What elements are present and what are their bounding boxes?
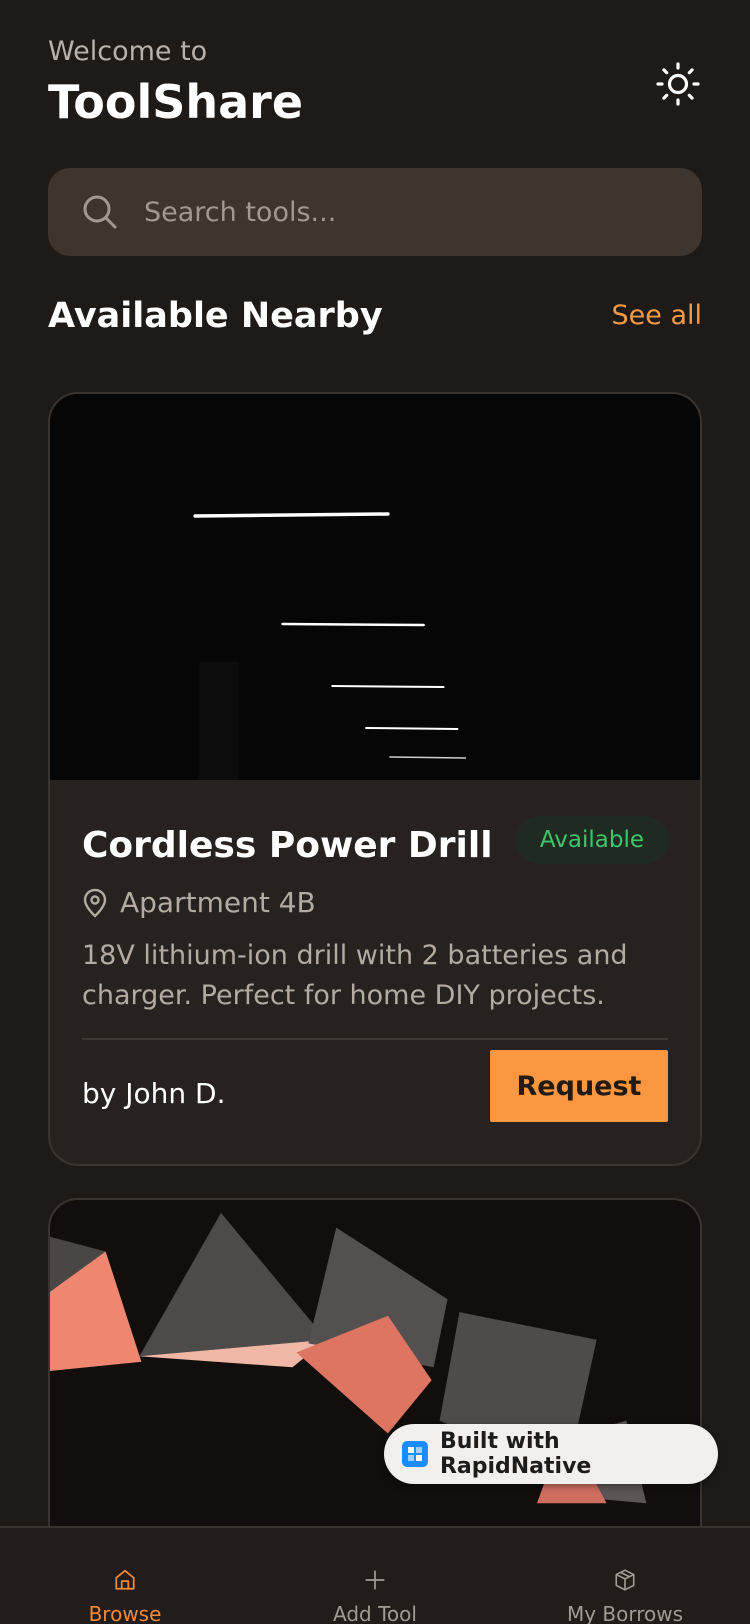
see-all-link[interactable]: See all [612,296,703,336]
status-badge: Available [515,816,668,864]
app-title: ToolShare [48,75,304,129]
tool-location: Apartment 4B [82,886,316,919]
tab-browse[interactable]: Browse [0,1528,250,1624]
plus-icon [365,1570,385,1590]
tab-label: My Borrows [566,1602,684,1624]
box-icon [615,1569,635,1591]
tool-owner: by John D. [82,1077,226,1110]
search-input[interactable]: Search tools... [48,168,702,256]
tool-name: Cordless Power Drill [82,825,493,866]
tool-image [50,394,700,780]
tab-label: Add Tool [333,1602,417,1624]
map-pin-icon [83,888,107,918]
tab-add-tool[interactable]: Add Tool [250,1528,500,1624]
search-placeholder: Search tools... [144,196,337,228]
header: Welcome to ToolShare [48,34,702,134]
section-title: Available Nearby [48,296,383,336]
welcome-text: Welcome to [48,36,208,67]
sun-icon[interactable] [654,60,702,108]
tab-bar: Browse Add Tool My Borrows [0,1526,750,1624]
divider [82,1038,668,1040]
home-icon [115,1569,135,1590]
search-icon [83,195,117,229]
tool-card[interactable]: Cordless Power Drill Available Apartment… [48,392,702,1166]
built-with-text: Built with RapidNative [439,1429,592,1479]
tool-description: 18V lithium-ion drill with 2 batteries a… [82,940,628,1011]
tab-my-borrows[interactable]: My Borrows [500,1528,750,1624]
rapidnative-logo-icon [402,1441,428,1467]
request-button[interactable]: Request [490,1050,668,1122]
tab-label: Browse [88,1602,162,1624]
built-with-badge[interactable]: Built with RapidNative [384,1424,718,1484]
location-text: Apartment 4B [120,886,316,919]
